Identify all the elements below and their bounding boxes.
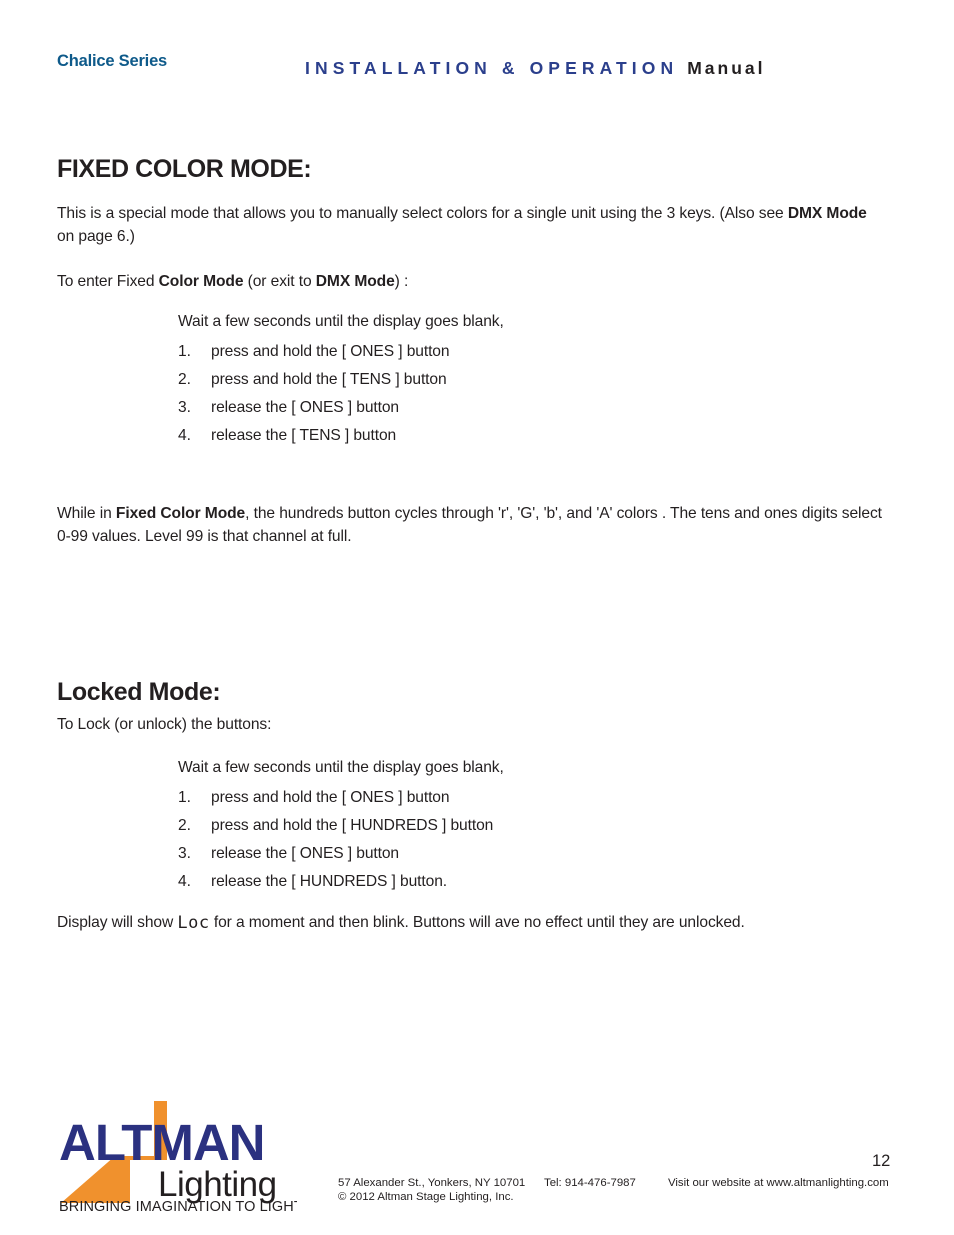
step-text: press and hold the [ ONES ] button	[211, 343, 450, 360]
document-page: Chalice Series INSTALLATION & OPERATION M…	[0, 0, 954, 1235]
step-number: 1.	[178, 343, 191, 360]
footer-website[interactable]: Visit our website at www.altmanlighting.…	[668, 1176, 889, 1190]
fixed-steps-lead: Wait a few seconds until the display goe…	[178, 313, 504, 330]
fixed-color-mode-description-paragraph: While in Fixed Color Mode, the hundreds …	[57, 503, 885, 548]
locked-steps-lead: Wait a few seconds until the display goe…	[178, 759, 504, 776]
header-title: INSTALLATION & OPERATION Manual	[305, 58, 766, 79]
header-series-label: Chalice Series	[57, 52, 168, 70]
list-item: 1. press and hold the [ ONES ] button	[178, 341, 798, 369]
step-number: 4.	[178, 873, 191, 890]
step-text: release the [ ONES ] button	[211, 399, 399, 416]
step-text: release the [ TENS ] button	[211, 427, 397, 444]
locked-mode-heading: Locked Mode:	[57, 678, 221, 706]
locked-mode-display-paragraph: Display will show Loc for a moment and t…	[57, 911, 897, 935]
locked-mode-steps: Wait a few seconds until the display goe…	[178, 757, 798, 899]
list-item: 3. release the [ ONES ] button	[178, 843, 798, 871]
intro-text-part1: This is a special mode that allows you t…	[57, 205, 788, 222]
list-item: 1. press and hold the [ ONES ] button	[178, 787, 798, 815]
enter-color-mode-bold: Color Mode	[158, 273, 244, 290]
footer-telephone: Tel: 914-476-7987	[544, 1177, 636, 1189]
header-title-main: INSTALLATION & OPERATION	[305, 58, 679, 78]
locked-steps-list: 1. press and hold the [ ONES ] button 2.…	[178, 787, 798, 899]
step-text: release the [ HUNDREDS ] button.	[211, 873, 448, 890]
step-number: 2.	[178, 371, 191, 388]
footer-row-1: 57 Alexander St., Yonkers, NY 10701 Tel: …	[338, 1176, 889, 1190]
step-number: 4.	[178, 427, 191, 444]
footer-address: 57 Alexander St., Yonkers, NY 10701	[338, 1177, 526, 1189]
header-title-manual: Manual	[687, 58, 766, 78]
while-text-part1: While in	[57, 505, 116, 522]
footer-contact-info: 57 Alexander St., Yonkers, NY 10701 Tel: …	[338, 1176, 889, 1204]
seven-segment-loc-glyph: Loc	[177, 913, 210, 933]
list-item: 4. release the [ TENS ] button	[178, 425, 798, 453]
fixed-steps-list: 1. press and hold the [ ONES ] button 2.…	[178, 341, 798, 453]
list-item: 2. press and hold the [ HUNDREDS ] butto…	[178, 815, 798, 843]
list-item: 3. release the [ ONES ] button	[178, 397, 798, 425]
enter-fixed-color-mode-paragraph: To enter Fixed Color Mode (or exit to DM…	[57, 271, 757, 294]
page-footer: ALTMAN Lighting BRINGING IMAGINATION TO …	[0, 1090, 954, 1235]
step-text: release the [ ONES ] button	[211, 845, 399, 862]
fixed-color-mode-intro-paragraph: This is a special mode that allows you t…	[57, 203, 877, 248]
fixed-color-mode-steps: Wait a few seconds until the display goe…	[178, 311, 798, 453]
step-number: 3.	[178, 845, 191, 862]
step-number: 1.	[178, 789, 191, 806]
locked-mode-intro-paragraph: To Lock (or unlock) the buttons:	[57, 716, 272, 733]
altman-lighting-logo: ALTMAN Lighting BRINGING IMAGINATION TO …	[57, 1098, 297, 1213]
enter-dmx-mode-bold: DMX Mode	[315, 273, 395, 290]
enter-text-part3: ) :	[394, 273, 409, 290]
intro-text-part2: on page 6.)	[57, 227, 135, 245]
logo-tagline-text: BRINGING IMAGINATION TO LIGHT	[59, 1199, 297, 1213]
logo-brand-text: ALTMAN	[59, 1114, 265, 1171]
intro-dmx-mode-bold: DMX Mode	[787, 205, 867, 222]
list-item: 4. release the [ HUNDREDS ] button.	[178, 871, 798, 899]
footer-copyright: © 2012 Altman Stage Lighting, Inc.	[338, 1191, 514, 1203]
fixed-color-mode-heading: FIXED COLOR MODE:	[57, 155, 312, 183]
altman-logo-graphic: ALTMAN Lighting BRINGING IMAGINATION TO …	[59, 1101, 297, 1213]
footer-row-2: © 2012 Altman Stage Lighting, Inc.	[338, 1190, 889, 1204]
page-header: Chalice Series INSTALLATION & OPERATION M…	[0, 52, 954, 86]
step-text: press and hold the [ ONES ] button	[211, 789, 450, 806]
enter-text-part2: (or exit to	[243, 273, 316, 290]
list-item: 2. press and hold the [ TENS ] button	[178, 369, 798, 397]
display-text-part1: Display will show	[57, 914, 178, 931]
enter-text-part1: To enter Fixed	[57, 273, 159, 290]
step-number: 2.	[178, 817, 191, 834]
step-number: 3.	[178, 399, 191, 416]
page-number: 12	[872, 1152, 891, 1170]
display-text-part2: for a moment and then blink. Buttons wil…	[209, 914, 745, 931]
step-text: press and hold the [ TENS ] button	[211, 371, 447, 388]
step-text: press and hold the [ HUNDREDS ] button	[211, 817, 494, 834]
while-fixed-color-mode-bold: Fixed Color Mode	[115, 505, 246, 522]
